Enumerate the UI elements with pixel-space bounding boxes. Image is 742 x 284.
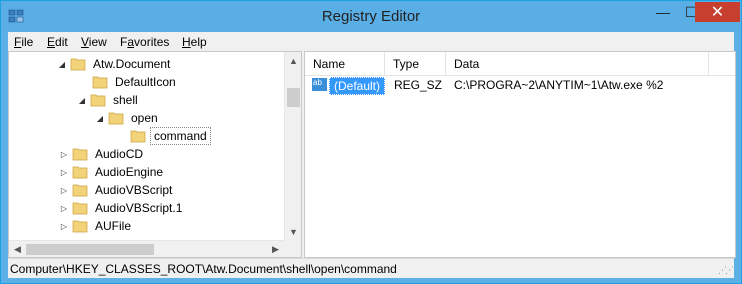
tree-item-label-selected: command — [150, 127, 211, 145]
tree-item-label: AudioVBScript — [95, 183, 173, 197]
tree-vertical-scrollbar[interactable]: ▲ ▼ — [284, 52, 301, 240]
tree-item-audiovbscript[interactable]: ▷ AudioVBScript — [59, 181, 175, 199]
scrollbar-corner — [284, 240, 301, 257]
scroll-right-icon[interactable]: ▶ — [267, 241, 284, 257]
column-header-name[interactable]: Name — [305, 52, 385, 75]
tree-item-audioengine[interactable]: ▷ AudioEngine — [59, 163, 166, 181]
tree-item-label: AUFile — [95, 219, 132, 233]
tree-item-audiovbscript-1[interactable]: ▷ AudioVBScript.1 — [59, 199, 185, 217]
string-value-icon: ab — [312, 78, 327, 91]
no-expander — [117, 131, 127, 141]
tree-item-open[interactable]: ◢ open — [95, 109, 161, 127]
expand-arrow-icon[interactable]: ▷ — [59, 167, 69, 177]
close-button[interactable]: ✕ — [695, 2, 740, 22]
value-data: C:\PROGRA~2\ANYTIM~1\Atw.exe %2 — [454, 78, 664, 92]
scroll-left-icon[interactable]: ◀ — [9, 241, 26, 257]
tree-item-label: AudioCD — [95, 147, 144, 161]
folder-icon — [72, 166, 88, 179]
expand-arrow-icon[interactable]: ▷ — [59, 149, 69, 159]
tree-item-defaulticon[interactable]: DefaultIcon — [79, 73, 179, 91]
folder-icon — [92, 76, 108, 89]
expand-arrow-icon[interactable]: ▷ — [59, 203, 69, 213]
column-header-data[interactable]: Data — [446, 52, 709, 75]
folder-open-icon — [108, 112, 124, 125]
tree-item-label: DefaultIcon — [115, 75, 176, 89]
registry-editor-window: Registry Editor — ☐ ✕ File Edit View Fav… — [0, 0, 742, 284]
value-type: REG_SZ — [394, 78, 443, 92]
value-row[interactable]: ab (Default) REG_SZ C:\PROGRA~2\ANYTIM~1… — [305, 76, 735, 95]
expand-arrow-icon[interactable]: ▷ — [59, 185, 69, 195]
tree-item-label: open — [131, 111, 158, 125]
resize-grip-icon[interactable]: ⋰⋰ — [718, 265, 734, 276]
menu-file[interactable]: File — [14, 35, 33, 49]
value-name-selected[interactable]: (Default) — [329, 77, 386, 95]
folder-icon — [72, 202, 88, 215]
tree-item-audiocd[interactable]: ▷ AudioCD — [59, 145, 146, 163]
menu-favorites[interactable]: Favorites — [120, 35, 169, 49]
list-header: Name Type Data — [305, 52, 735, 76]
tree-item-command[interactable]: command — [117, 127, 211, 145]
title-bar[interactable]: Registry Editor — ☐ ✕ — [1, 1, 741, 31]
folder-open-icon — [70, 58, 86, 71]
folder-open-icon — [90, 94, 106, 107]
scroll-up-icon[interactable]: ▲ — [285, 52, 301, 69]
client-area: ◢ Atw.Document DefaultIcon ◢ shell ◢ ope… — [8, 51, 736, 278]
scroll-down-icon[interactable]: ▼ — [285, 223, 301, 240]
folder-icon — [72, 184, 88, 197]
folder-icon — [72, 220, 88, 233]
folder-open-icon — [130, 130, 146, 143]
tree-item-shell[interactable]: ◢ shell — [77, 91, 141, 109]
menu-edit[interactable]: Edit — [47, 35, 68, 49]
status-bar: Computer\HKEY_CLASSES_ROOT\Atw.Document\… — [8, 258, 734, 278]
collapse-arrow-icon[interactable]: ◢ — [57, 59, 67, 69]
tree-item-label: shell — [113, 93, 138, 107]
status-path: Computer\HKEY_CLASSES_ROOT\Atw.Document\… — [10, 262, 397, 276]
window-title: Registry Editor — [321, 8, 421, 25]
no-expander — [79, 77, 89, 87]
tree-horizontal-scrollbar[interactable]: ◀ ▶ — [9, 240, 284, 257]
collapse-arrow-icon[interactable]: ◢ — [95, 113, 105, 123]
tree-item-atw-document[interactable]: ◢ Atw.Document — [57, 55, 173, 73]
menu-view[interactable]: View — [81, 35, 107, 49]
tree-item-aufile[interactable]: ▷ AUFile — [59, 217, 134, 235]
menu-bar: File Edit View Favorites Help — [8, 32, 734, 51]
column-header-type[interactable]: Type — [385, 52, 446, 75]
minimize-button[interactable]: — — [649, 2, 677, 22]
expand-arrow-icon[interactable]: ▷ — [59, 221, 69, 231]
horizontal-scroll-thumb[interactable] — [26, 244, 154, 255]
tree-item-label: AudioVBScript.1 — [95, 201, 183, 215]
vertical-scroll-thumb[interactable] — [287, 88, 300, 107]
registry-tree[interactable]: ◢ Atw.Document DefaultIcon ◢ shell ◢ ope… — [8, 51, 302, 258]
tree-item-label: Atw.Document — [93, 57, 171, 71]
collapse-arrow-icon[interactable]: ◢ — [77, 95, 87, 105]
tree-item-label: AudioEngine — [95, 165, 164, 179]
values-list[interactable]: Name Type Data ab (Default) REG_SZ C:\PR… — [304, 51, 736, 258]
menu-help[interactable]: Help — [182, 35, 207, 49]
folder-icon — [72, 148, 88, 161]
